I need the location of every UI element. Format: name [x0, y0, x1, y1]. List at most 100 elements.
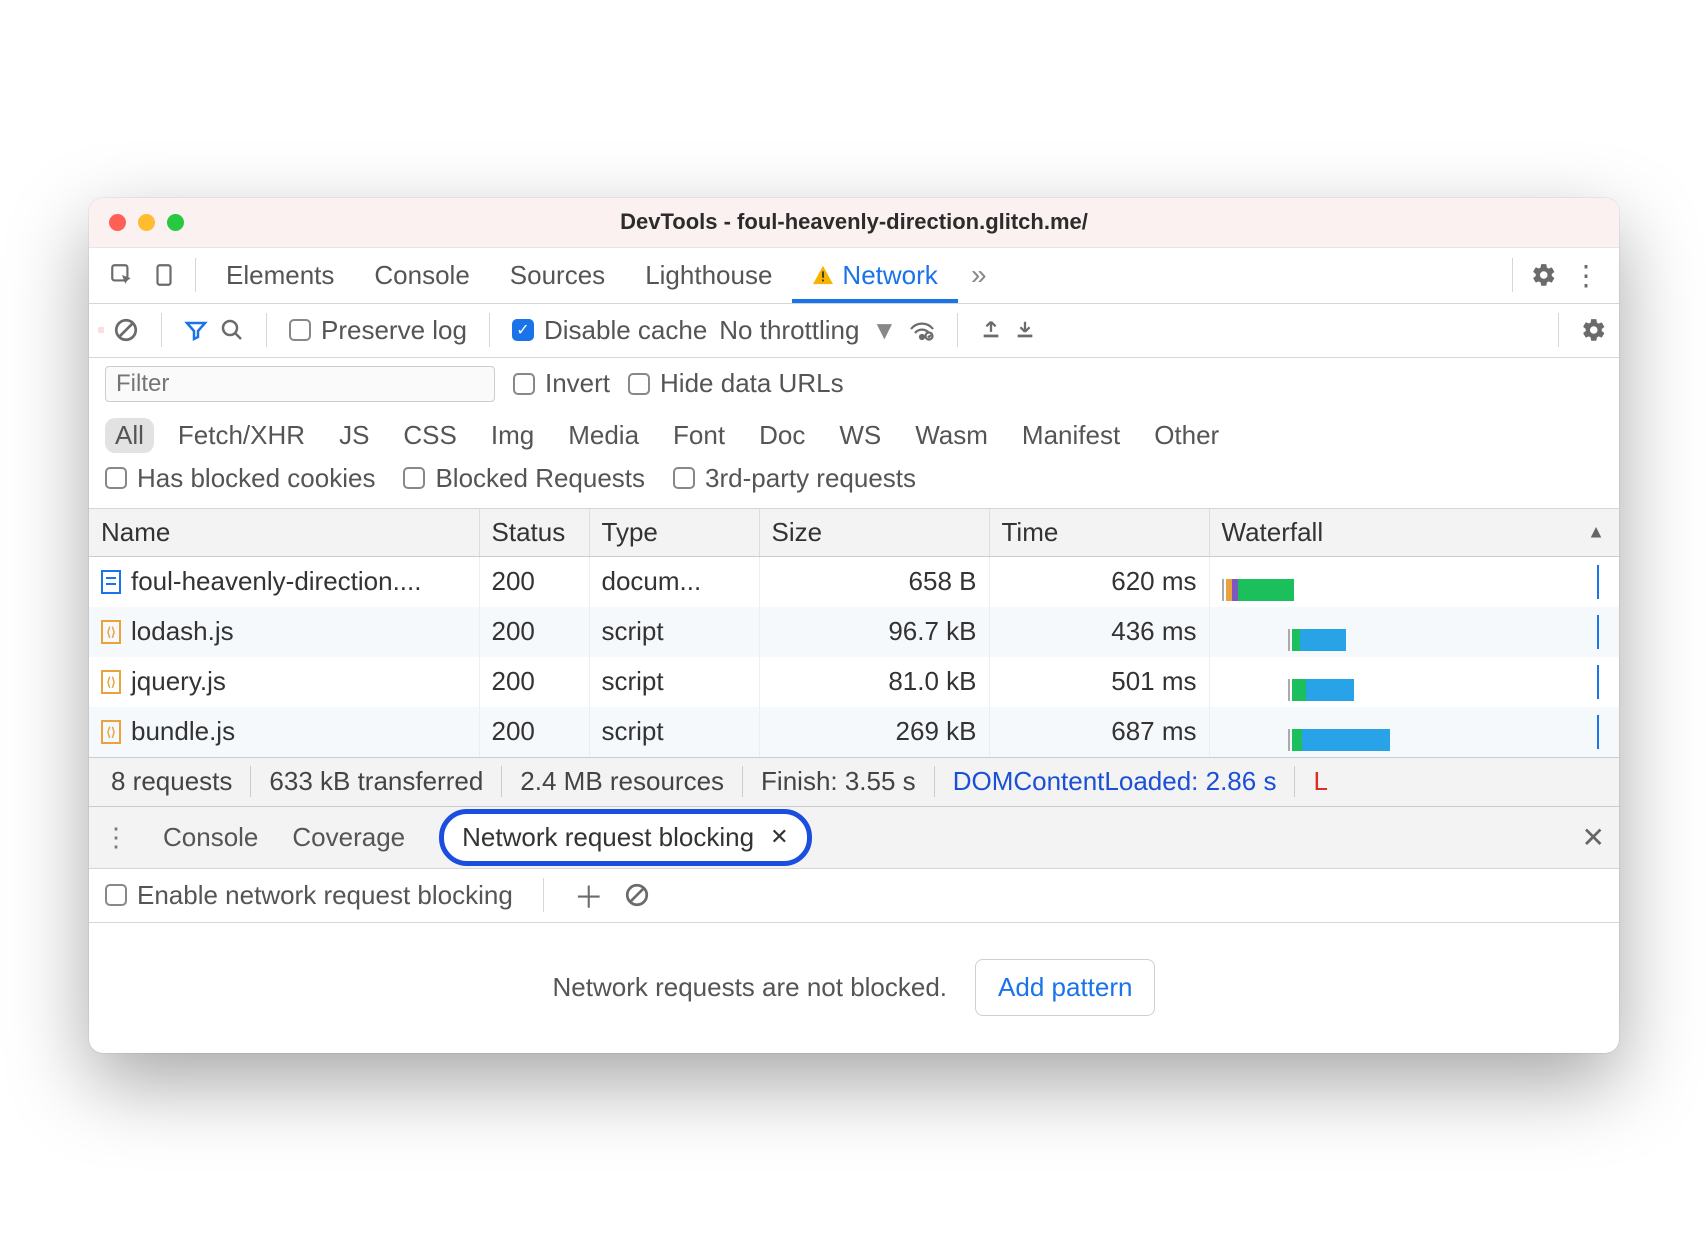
request-status: 200: [479, 707, 589, 757]
request-name: foul-heavenly-direction....: [131, 566, 421, 597]
type-filter-font[interactable]: Font: [663, 418, 735, 453]
type-filter-js[interactable]: JS: [329, 418, 379, 453]
header-waterfall[interactable]: Waterfall▲: [1209, 509, 1619, 557]
request-size: 81.0 kB: [759, 657, 989, 707]
network-toolbar: Preserve log ✓ Disable cache No throttli…: [89, 304, 1619, 358]
summary-finish: Finish: 3.55 s: [743, 766, 935, 797]
type-filter-img[interactable]: Img: [481, 418, 544, 453]
header-type[interactable]: Type: [589, 509, 759, 557]
drawer-tab-label: Console: [163, 822, 258, 852]
request-size: 96.7 kB: [759, 607, 989, 657]
tab-elements[interactable]: Elements: [206, 248, 354, 303]
type-filter-other[interactable]: Other: [1144, 418, 1229, 453]
network-conditions-icon[interactable]: [909, 319, 935, 341]
header-time[interactable]: Time: [989, 509, 1209, 557]
waterfall-bar: [1222, 715, 1608, 749]
invert-label: Invert: [545, 368, 610, 399]
tab-console[interactable]: Console: [354, 248, 489, 303]
drawer-tab-network-request-blocking[interactable]: Network request blocking✕: [439, 809, 811, 866]
window-close-button[interactable]: [109, 214, 126, 231]
table-row[interactable]: ⟨⟩bundle.js200script269 kB687 ms: [89, 707, 1619, 757]
disable-cache-checkbox[interactable]: ✓ Disable cache: [512, 315, 707, 346]
filter-icon[interactable]: [184, 318, 208, 342]
clear-button[interactable]: [113, 317, 139, 343]
add-pattern-button[interactable]: Add pattern: [975, 959, 1155, 1016]
drawer-tab-bar: ⋮ Console Coverage Network request blockin…: [89, 807, 1619, 869]
type-filter-wasm[interactable]: Wasm: [905, 418, 998, 453]
devtools-window: DevTools - foul-heavenly-direction.glitc…: [89, 198, 1619, 1053]
close-drawer-icon[interactable]: ✕: [1582, 821, 1605, 854]
filter-input[interactable]: [105, 366, 495, 402]
summary-requests: 8 requests: [107, 766, 251, 797]
divider: [266, 313, 267, 347]
divider: [195, 258, 196, 292]
window-maximize-button[interactable]: [167, 214, 184, 231]
type-filter-manifest[interactable]: Manifest: [1012, 418, 1130, 453]
preserve-log-checkbox[interactable]: Preserve log: [289, 315, 467, 346]
blocked-requests-checkbox[interactable]: Blocked Requests: [403, 463, 645, 494]
throttling-dropdown[interactable]: No throttling ▼: [719, 315, 897, 346]
hide-data-urls-checkbox[interactable]: Hide data URLs: [628, 368, 844, 399]
waterfall-bar: [1222, 665, 1608, 699]
type-filter-fetch-xhr[interactable]: Fetch/XHR: [168, 418, 315, 453]
header-status[interactable]: Status: [479, 509, 589, 557]
drawer-tab-coverage[interactable]: Coverage: [292, 822, 405, 853]
tab-lighthouse[interactable]: Lighthouse: [625, 248, 792, 303]
has-blocked-cookies-label: Has blocked cookies: [137, 463, 375, 494]
disable-cache-label: Disable cache: [544, 315, 707, 346]
remove-all-patterns-icon[interactable]: [624, 882, 650, 908]
inspect-element-icon[interactable]: [101, 254, 143, 296]
third-party-label: 3rd-party requests: [705, 463, 916, 494]
drawer-tab-console[interactable]: Console: [163, 822, 258, 853]
tab-label: Network: [842, 260, 937, 291]
waterfall-bar: [1222, 615, 1608, 649]
document-icon: [101, 570, 121, 594]
invert-checkbox[interactable]: Invert: [513, 368, 610, 399]
sort-indicator-icon: ▲: [1587, 522, 1605, 543]
third-party-checkbox[interactable]: 3rd-party requests: [673, 463, 916, 494]
type-filter-ws[interactable]: WS: [829, 418, 891, 453]
close-tab-icon[interactable]: ✕: [770, 824, 788, 850]
device-toolbar-icon[interactable]: [143, 254, 185, 296]
window-minimize-button[interactable]: [138, 214, 155, 231]
type-filter-css[interactable]: CSS: [393, 418, 466, 453]
request-status: 200: [479, 557, 589, 607]
tab-network[interactable]: Network: [792, 248, 957, 303]
preserve-log-label: Preserve log: [321, 315, 467, 346]
type-filter-all[interactable]: All: [105, 418, 154, 453]
tab-label: Elements: [226, 260, 334, 291]
type-filter-media[interactable]: Media: [558, 418, 649, 453]
header-name[interactable]: Name: [89, 509, 479, 557]
tab-label: Console: [374, 260, 469, 291]
table-row[interactable]: foul-heavenly-direction....200docum...65…: [89, 557, 1619, 607]
type-filter-doc[interactable]: Doc: [749, 418, 815, 453]
kebab-menu-icon[interactable]: ⋮: [1565, 254, 1607, 296]
drawer-menu-icon[interactable]: ⋮: [103, 822, 129, 853]
table-header-row: Name Status Type Size Time Waterfall▲: [89, 509, 1619, 557]
tab-label: Sources: [510, 260, 605, 291]
window-title: DevTools - foul-heavenly-direction.glitc…: [89, 209, 1619, 235]
settings-icon[interactable]: [1523, 254, 1565, 296]
export-har-icon[interactable]: [1014, 319, 1036, 341]
divider: [1512, 258, 1513, 292]
filter-bar: Invert Hide data URLs: [89, 358, 1619, 410]
request-status: 200: [479, 657, 589, 707]
add-pattern-icon[interactable]: ＋: [574, 873, 604, 917]
enable-blocking-checkbox[interactable]: Enable network request blocking: [105, 880, 513, 911]
more-tabs-icon[interactable]: »: [958, 254, 1000, 296]
script-icon: ⟨⟩: [101, 620, 121, 644]
summary-domcontentloaded: DOMContentLoaded: 2.86 s: [935, 766, 1296, 797]
summary-resources: 2.4 MB resources: [502, 766, 743, 797]
table-row[interactable]: ⟨⟩jquery.js200script81.0 kB501 ms: [89, 657, 1619, 707]
waterfall-bar: [1222, 565, 1608, 599]
request-type: script: [589, 657, 759, 707]
tab-sources[interactable]: Sources: [490, 248, 625, 303]
header-size[interactable]: Size: [759, 509, 989, 557]
blocking-empty-state: Network requests are not blocked. Add pa…: [89, 923, 1619, 1053]
has-blocked-cookies-checkbox[interactable]: Has blocked cookies: [105, 463, 375, 494]
panel-settings-icon[interactable]: [1581, 317, 1607, 343]
divider: [489, 313, 490, 347]
search-icon[interactable]: [220, 318, 244, 342]
table-row[interactable]: ⟨⟩lodash.js200script96.7 kB436 ms: [89, 607, 1619, 657]
import-har-icon[interactable]: [980, 319, 1002, 341]
